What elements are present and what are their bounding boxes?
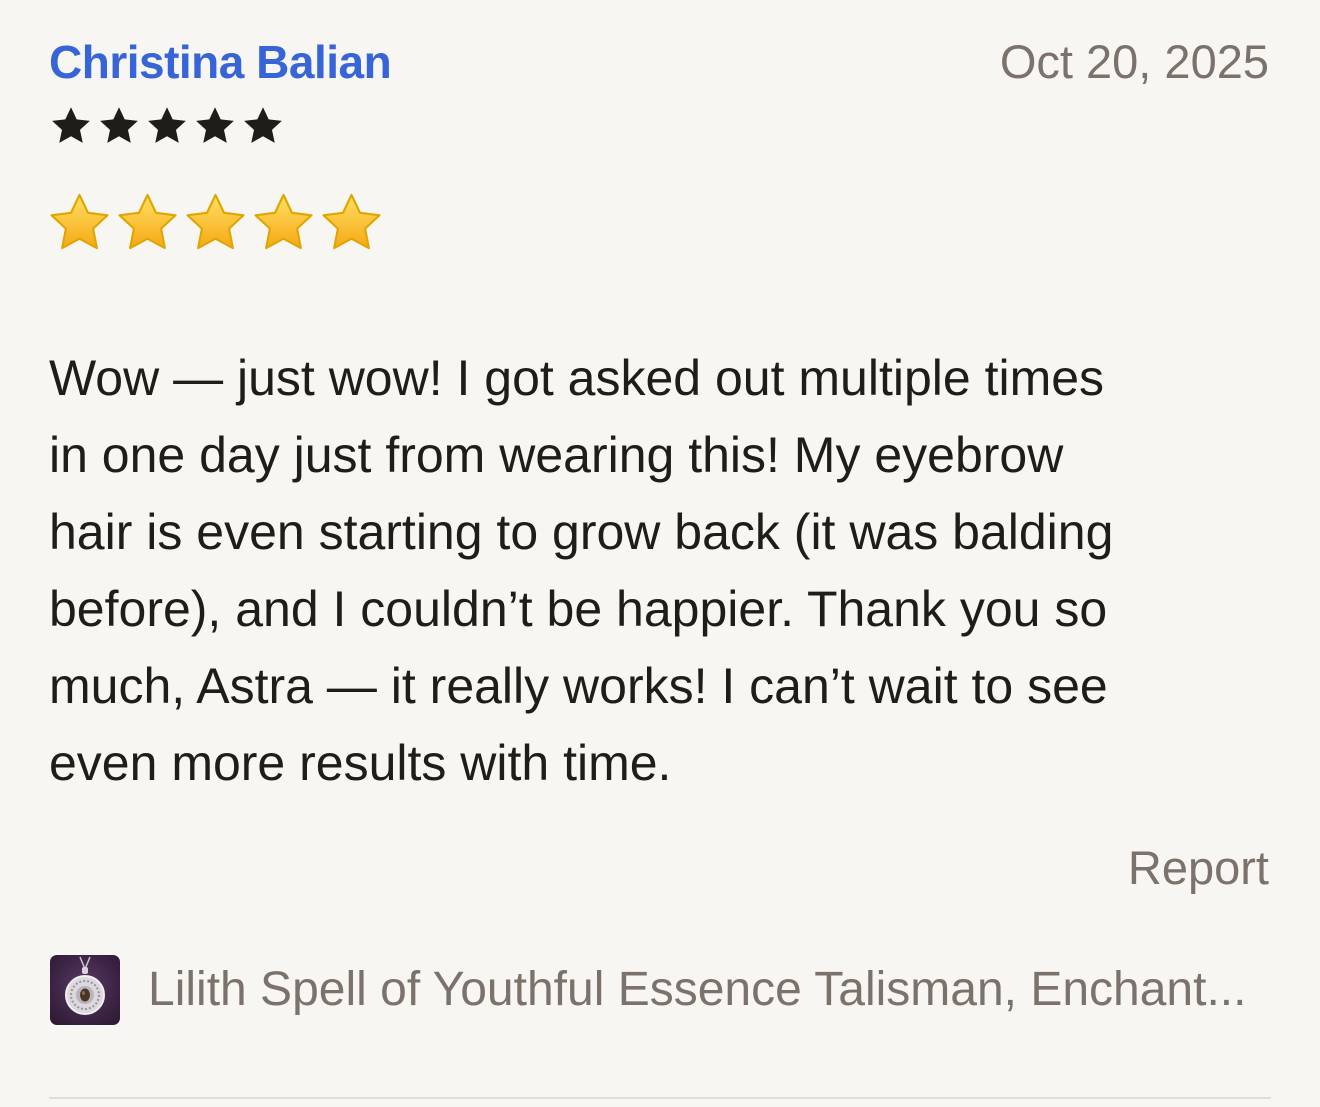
emoji-star-icon [254,193,313,250]
review-text-line: Wow — just wow! I got asked out multiple… [49,350,1105,406]
emoji-star-icon [322,193,381,250]
emoji-star-icon [186,193,245,250]
emoji-star-icon [118,193,177,250]
review-text: Wow — just wow! I got asked out multiple… [49,340,1279,802]
review-date: Oct 20, 2025 [999,35,1269,88]
pendant-icon [65,956,105,1015]
emoji-star-text [47,191,384,255]
product-title[interactable]: Lilith Spell of Youthful Essence Talisma… [148,952,1246,1028]
report-button[interactable]: Report [1128,838,1269,898]
product-link[interactable]: Lilith Spell of Youthful Essence Talisma… [50,952,1270,1028]
star-icon [148,107,186,143]
review-text-line: hair is even starting to grow back (it w… [49,504,1114,560]
divider [49,1097,1271,1099]
review-text-line: before), and I couldn’t be happier. Than… [49,581,1108,637]
review-text-line: in one day just from wearing this! My ey… [49,427,1064,483]
star-icon [100,107,138,143]
emoji-star-icon [50,193,109,250]
star-rating [49,104,285,148]
reviewer-name-link[interactable]: Christina Balian [49,34,392,90]
star-icon [196,107,234,143]
review-text-line: much, Astra — it really works! I can’t w… [49,658,1108,714]
star-icon [52,107,90,143]
star-icon [244,107,282,143]
product-thumbnail [50,955,120,1025]
review-text-line: even more results with time. [49,735,672,791]
review-card: Christina Balian Oct 20, 2025 Wow — just… [0,0,1320,1107]
